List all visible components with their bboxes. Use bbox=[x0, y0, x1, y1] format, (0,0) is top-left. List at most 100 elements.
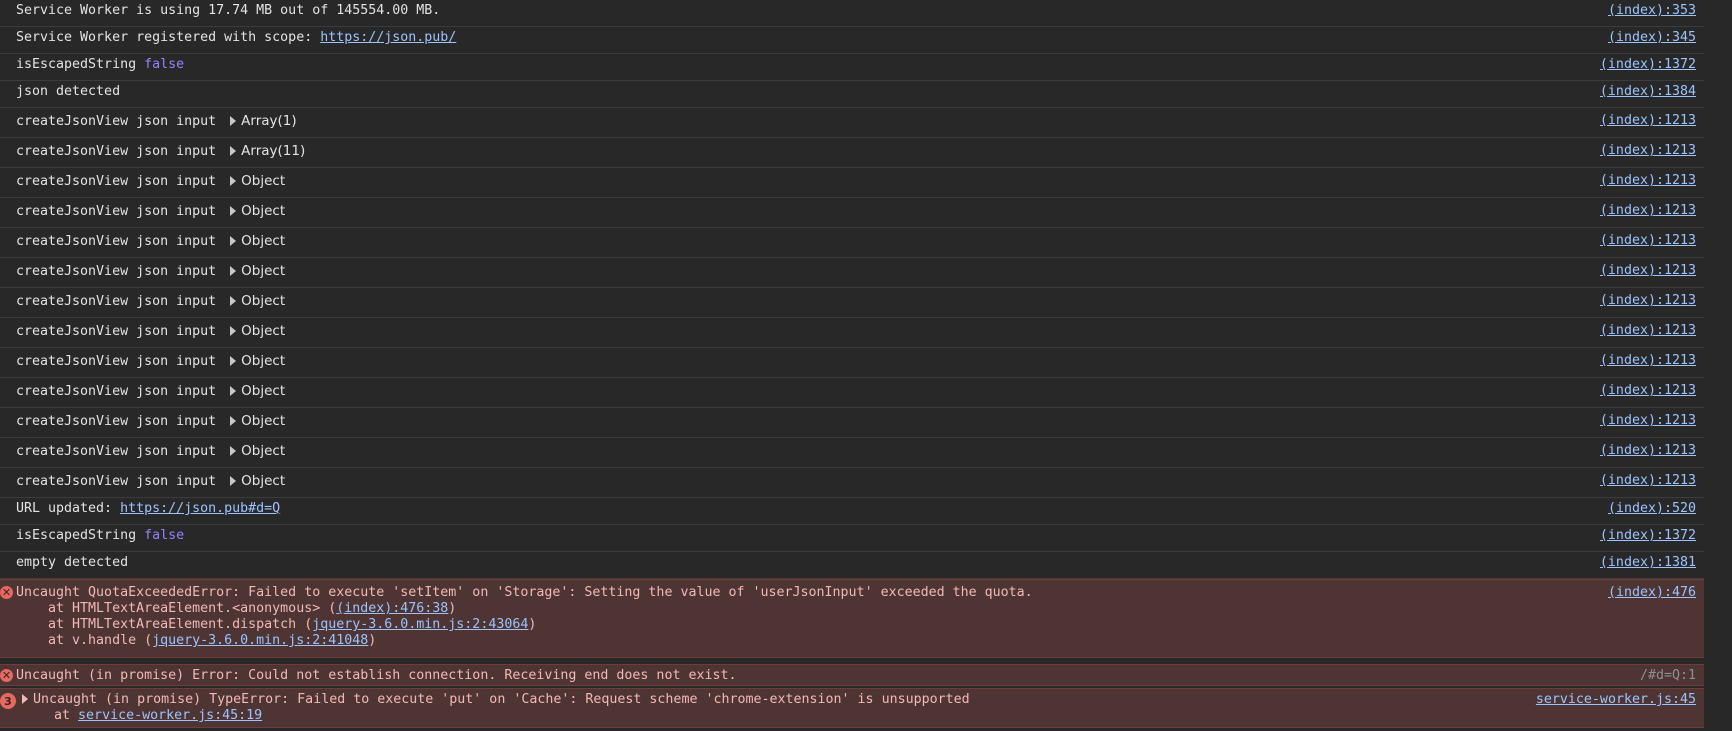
log-text: Service Worker registered with scope: bbox=[16, 30, 321, 45]
error-row-promise: ✕ Uncaught (in promise) Error: Could not… bbox=[0, 664, 1704, 686]
source-link[interactable]: (index):476 bbox=[1608, 584, 1696, 601]
log-message: createJsonView json input Object bbox=[16, 198, 1600, 225]
source-link[interactable]: (index):1213 bbox=[1600, 288, 1696, 314]
source-link[interactable]: (index):1213 bbox=[1600, 108, 1696, 134]
expand-triangle-icon[interactable] bbox=[230, 146, 237, 156]
log-text: createJsonView json input bbox=[16, 324, 217, 339]
source-link[interactable]: (index):1213 bbox=[1600, 408, 1696, 434]
stack-text: ) bbox=[528, 617, 537, 632]
log-text: createJsonView json input bbox=[16, 204, 217, 219]
log-message: createJsonView json input Object bbox=[16, 438, 1600, 465]
expand-triangle-icon[interactable] bbox=[230, 116, 237, 126]
stack-text: at bbox=[22, 708, 79, 723]
stack-line: at v.handle (jquery-3.6.0.min.js:2:41048… bbox=[16, 633, 1608, 649]
source-link[interactable]: (index):1381 bbox=[1600, 552, 1696, 574]
object-preview[interactable]: Object bbox=[241, 383, 285, 399]
stack-text: ) bbox=[368, 633, 377, 648]
source-link[interactable]: (index):520 bbox=[1608, 498, 1696, 520]
boolean-value: false bbox=[144, 528, 185, 543]
log-row: createJsonView json input Object (index):… bbox=[0, 318, 1704, 348]
object-preview[interactable]: Object bbox=[241, 293, 285, 309]
scope-link[interactable]: https://json.pub/ bbox=[320, 30, 456, 45]
expand-triangle-icon[interactable] bbox=[230, 356, 237, 366]
expand-triangle-icon[interactable] bbox=[230, 296, 237, 306]
error-body: Uncaught QuotaExceededError: Failed to e… bbox=[16, 584, 1608, 649]
expand-triangle-icon[interactable] bbox=[22, 694, 28, 704]
source-link[interactable]: (index):1213 bbox=[1600, 138, 1696, 164]
log-row: URL updated: https://json.pub#d=Q (index… bbox=[0, 498, 1704, 525]
source-link[interactable]: (index):1213 bbox=[1600, 228, 1696, 254]
expand-triangle-icon[interactable] bbox=[230, 176, 237, 186]
stack-text: ) bbox=[448, 601, 457, 616]
source-link[interactable]: (index):345 bbox=[1608, 27, 1696, 49]
error-message: Uncaught (in promise) Error: Could not e… bbox=[16, 668, 737, 683]
log-text: createJsonView json input bbox=[16, 114, 217, 129]
log-row: createJsonView json input Object (index):… bbox=[0, 288, 1704, 318]
object-preview[interactable]: Object bbox=[241, 173, 285, 189]
log-row: empty detected (index):1381 bbox=[0, 552, 1704, 579]
log-text: isEscapedString bbox=[16, 57, 145, 72]
error-message: Uncaught (in promise) TypeError: Failed … bbox=[33, 692, 970, 707]
source-link[interactable]: (index):1213 bbox=[1600, 258, 1696, 284]
log-row: createJsonView json input Array(1) (index… bbox=[0, 108, 1704, 138]
source-link[interactable]: (index):1384 bbox=[1600, 81, 1696, 103]
object-preview[interactable]: Array(1) bbox=[241, 113, 296, 129]
expand-triangle-icon[interactable] bbox=[230, 206, 237, 216]
object-preview[interactable]: Array(11) bbox=[241, 143, 305, 159]
log-message: URL updated: https://json.pub#d=Q bbox=[16, 498, 1608, 520]
source-link[interactable]: (index):353 bbox=[1608, 0, 1696, 22]
stack-line: at service-worker.js:45:19 bbox=[22, 708, 1536, 724]
expand-triangle-icon[interactable] bbox=[230, 326, 237, 336]
log-message: createJsonView json input Array(1) bbox=[16, 108, 1600, 135]
log-text: createJsonView json input bbox=[16, 444, 217, 459]
log-message: createJsonView json input Object bbox=[16, 288, 1600, 315]
log-text: createJsonView json input bbox=[16, 294, 217, 309]
source-link[interactable]: (index):1213 bbox=[1600, 438, 1696, 464]
stack-link[interactable]: service-worker.js:45:19 bbox=[78, 708, 262, 723]
stack-text: at v.handle ( bbox=[16, 633, 153, 648]
source-link[interactable]: service-worker.js:45 bbox=[1536, 691, 1696, 708]
error-icon: ✕ bbox=[0, 586, 13, 599]
stack-text: at HTMLTextAreaElement.dispatch ( bbox=[16, 617, 313, 632]
url-link[interactable]: https://json.pub#d=Q bbox=[120, 501, 280, 516]
expand-triangle-icon[interactable] bbox=[230, 446, 237, 456]
expand-triangle-icon[interactable] bbox=[230, 236, 237, 246]
expand-triangle-icon[interactable] bbox=[230, 416, 237, 426]
object-preview[interactable]: Object bbox=[241, 203, 285, 219]
log-text: createJsonView json input bbox=[16, 144, 217, 159]
repeat-count-badge: 3 bbox=[0, 693, 16, 709]
source-link[interactable]: (index):1372 bbox=[1600, 54, 1696, 76]
source-link[interactable]: (index):1372 bbox=[1600, 525, 1696, 547]
object-preview[interactable]: Object bbox=[241, 233, 285, 249]
log-text: createJsonView json input bbox=[16, 234, 217, 249]
log-row: createJsonView json input Object (index):… bbox=[0, 378, 1704, 408]
log-row: createJsonView json input Object (index):… bbox=[0, 228, 1704, 258]
object-preview[interactable]: Object bbox=[241, 413, 285, 429]
object-preview[interactable]: Object bbox=[241, 263, 285, 279]
expand-triangle-icon[interactable] bbox=[230, 386, 237, 396]
object-preview[interactable]: Object bbox=[241, 473, 285, 489]
log-message: createJsonView json input Object bbox=[16, 408, 1600, 435]
stack-link[interactable]: (index):476:38 bbox=[336, 601, 448, 616]
error-header: Uncaught (in promise) TypeError: Failed … bbox=[22, 691, 1536, 708]
object-preview[interactable]: Object bbox=[241, 443, 285, 459]
expand-triangle-icon[interactable] bbox=[230, 266, 237, 276]
log-message: createJsonView json input Object bbox=[16, 168, 1600, 195]
source-link[interactable]: (index):1213 bbox=[1600, 348, 1696, 374]
log-text: createJsonView json input bbox=[16, 384, 217, 399]
log-message: Service Worker registered with scope: ht… bbox=[16, 27, 1608, 49]
object-preview[interactable]: Object bbox=[241, 353, 285, 369]
log-text: createJsonView json input bbox=[16, 354, 217, 369]
stack-link[interactable]: jquery-3.6.0.min.js:2:41048 bbox=[152, 633, 368, 648]
stack-link[interactable]: jquery-3.6.0.min.js:2:43064 bbox=[312, 617, 528, 632]
source-link[interactable]: (index):1213 bbox=[1600, 198, 1696, 224]
object-preview[interactable]: Object bbox=[241, 323, 285, 339]
source-link[interactable]: (index):1213 bbox=[1600, 378, 1696, 404]
log-row: isEscapedString false (index):1372 bbox=[0, 54, 1704, 81]
log-message: json detected bbox=[16, 84, 121, 99]
expand-triangle-icon[interactable] bbox=[230, 476, 237, 486]
source-link[interactable]: (index):1213 bbox=[1600, 468, 1696, 494]
source-link[interactable]: (index):1213 bbox=[1600, 318, 1696, 344]
source-link[interactable]: (index):1213 bbox=[1600, 168, 1696, 194]
log-row: createJsonView json input Object (index):… bbox=[0, 198, 1704, 228]
